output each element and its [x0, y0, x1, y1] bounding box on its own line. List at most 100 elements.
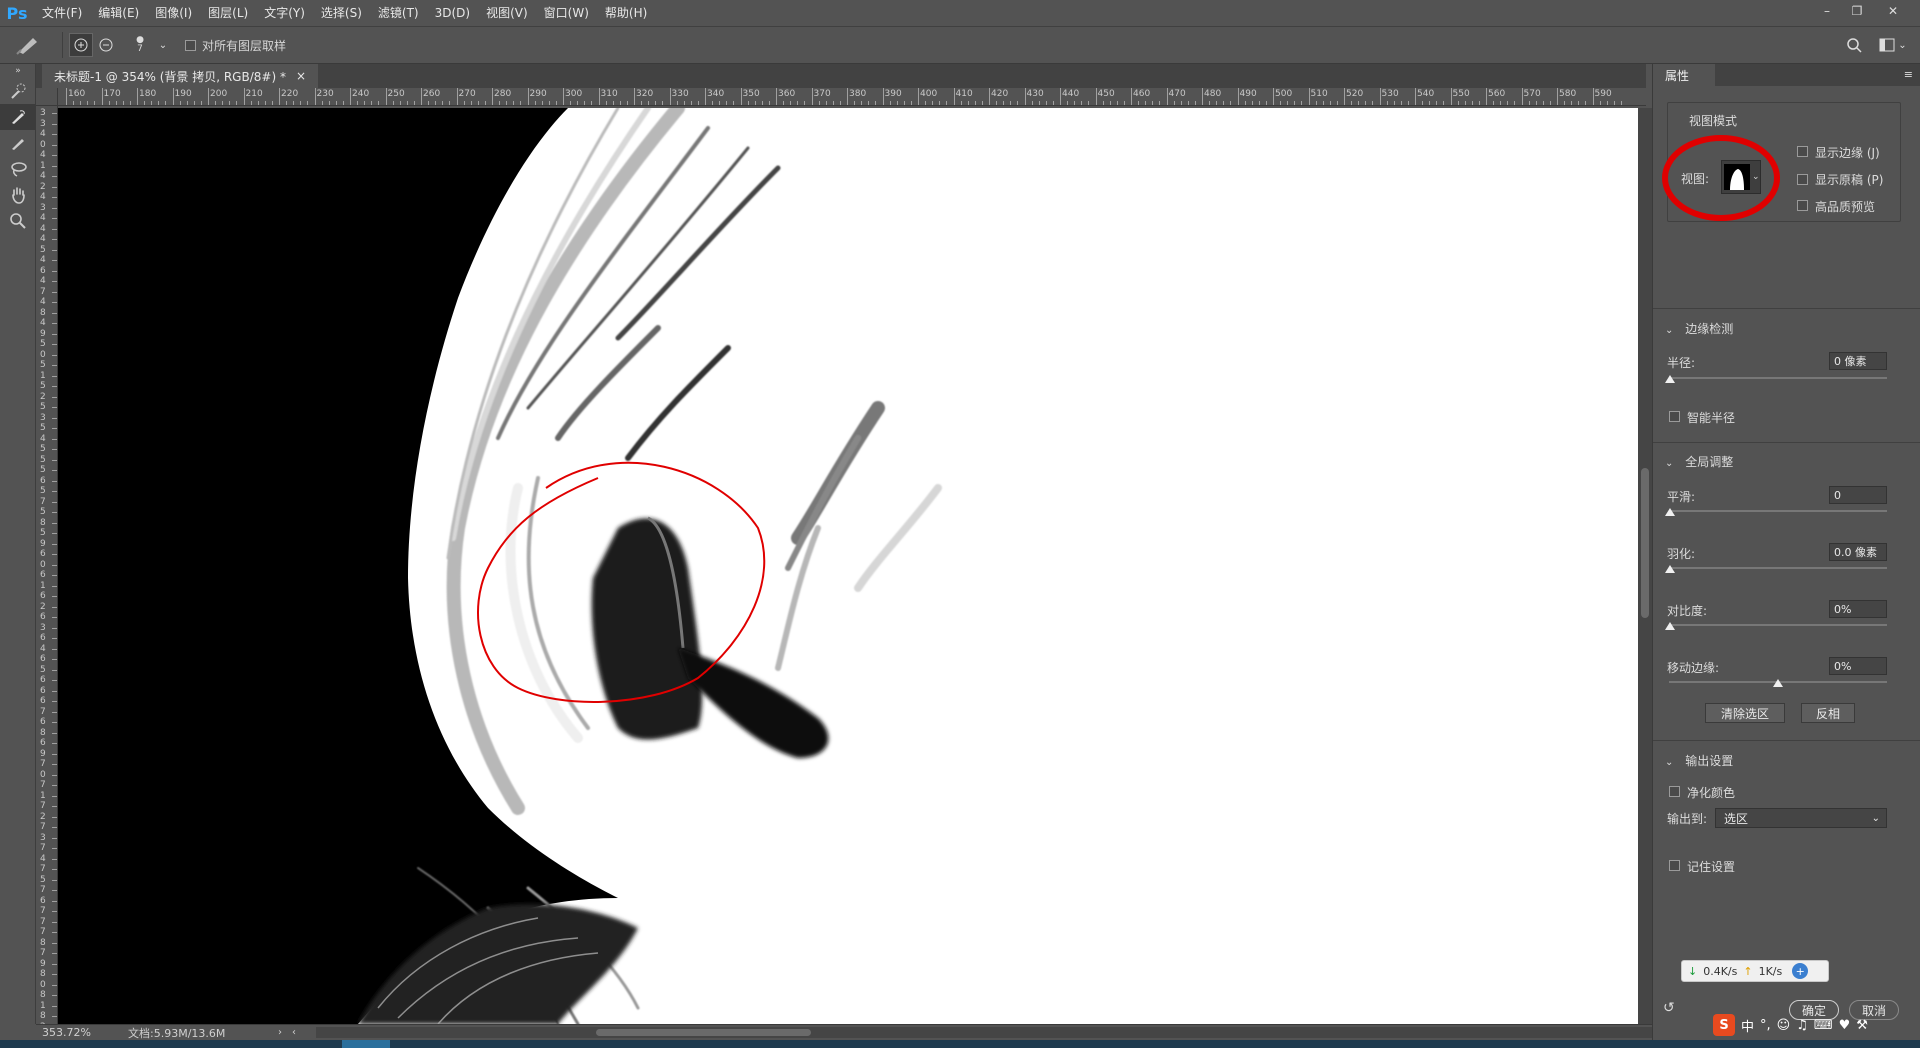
vertical-scroll-thumb[interactable] [1641, 468, 1649, 618]
show-original-label: 显示原稿 (P) [1815, 173, 1884, 187]
horizontal-scrollbar[interactable] [316, 1027, 1666, 1038]
ruler-minor-tick [1116, 101, 1118, 105]
hq-preview-checkbox[interactable] [1797, 200, 1808, 211]
contrast-slider[interactable] [1669, 624, 1887, 626]
smooth-slider-handle[interactable] [1665, 508, 1675, 516]
tool-preset-picker[interactable] [0, 33, 56, 57]
punctuation-icon[interactable]: °, [1760, 1018, 1771, 1033]
smooth-input[interactable]: 0 [1829, 486, 1887, 504]
quick-selection-tool[interactable] [0, 78, 36, 104]
menu-item[interactable]: 视图(V) [478, 0, 536, 26]
output-settings-header[interactable]: ⌄ 输出设置 [1665, 752, 1733, 769]
properties-tab[interactable]: 属性 [1653, 64, 1715, 86]
shift-edge-input[interactable]: 0% [1829, 657, 1887, 675]
shift-edge-slider-handle[interactable] [1773, 679, 1783, 687]
edge-detection-header[interactable]: ⌄ 边缘检测 [1665, 320, 1733, 337]
radius-slider[interactable] [1669, 377, 1887, 379]
collapse-toolbar-icon[interactable]: » [0, 64, 36, 78]
panel-menu-icon[interactable]: ≡ [1904, 68, 1913, 81]
subtract-mode-button[interactable] [93, 33, 119, 57]
smooth-slider[interactable] [1669, 510, 1887, 512]
taskbar-active-item[interactable] [342, 1040, 390, 1048]
clear-selection-button[interactable]: 清除选区 [1705, 703, 1785, 723]
restore-icon[interactable]: ❐ [1842, 0, 1872, 22]
feather-slider-handle[interactable] [1665, 565, 1675, 573]
horizontal-ruler[interactable]: 160 170 180 190 200 210 220 230 240 250 260 270 280 2… [58, 88, 1646, 106]
ruler-tick [52, 323, 57, 324]
hand-tool[interactable] [0, 182, 36, 208]
ruler-minor-tick [506, 101, 508, 105]
reset-icon[interactable]: ↺ [1663, 1000, 1683, 1020]
sample-all-layers-option[interactable]: 对所有图层取样 [185, 37, 286, 54]
output-settings-title: 输出设置 [1685, 754, 1734, 768]
menu-item[interactable]: 滤镜(T) [370, 0, 427, 26]
brush-size-picker[interactable]: ● 7 [125, 33, 155, 57]
minimize-icon[interactable]: – [1812, 0, 1842, 22]
ruler-tick [598, 88, 600, 105]
close-window-icon[interactable]: ✕ [1878, 0, 1908, 22]
ruler-tick [52, 470, 57, 471]
workspace-switcher[interactable]: ⌄ [1876, 33, 1910, 57]
radius-slider-handle[interactable] [1665, 375, 1675, 383]
keyboard-icon[interactable]: ⌨ [1814, 1018, 1833, 1033]
ruler-minor-tick [1528, 101, 1530, 105]
remember-settings-checkbox[interactable] [1669, 860, 1680, 871]
document-canvas[interactable] [58, 108, 1638, 1024]
ruler-minor-tick [328, 101, 330, 105]
plus-badge-icon[interactable]: + [1792, 963, 1809, 979]
microphone-icon[interactable]: ♫ [1796, 1018, 1808, 1033]
ruler-tick [52, 648, 57, 650]
lasso-tool[interactable] [0, 156, 36, 182]
show-original-checkbox[interactable] [1797, 174, 1808, 185]
skin-icon[interactable]: ♥ [1839, 1018, 1851, 1033]
show-edge-checkbox[interactable] [1797, 146, 1808, 157]
brush-tool[interactable] [0, 130, 36, 156]
ime-mode[interactable]: 中 [1741, 1016, 1754, 1035]
contrast-slider-handle[interactable] [1665, 622, 1675, 630]
tools-icon[interactable]: ⚒ [1856, 1018, 1868, 1033]
vertical-scrollbar[interactable] [1638, 108, 1652, 1024]
feather-slider[interactable] [1669, 567, 1887, 569]
global-refine-header[interactable]: ⌄ 全局调整 [1665, 453, 1733, 470]
menu-item[interactable]: 编辑(E) [90, 0, 147, 26]
sogou-logo-icon[interactable]: S [1713, 1014, 1735, 1036]
menu-item[interactable]: 文件(F) [34, 0, 90, 26]
zoom-tool[interactable] [0, 208, 36, 234]
document-tab[interactable]: 未标题-1 @ 354% (背景 拷贝, RGB/8#) * × [42, 64, 319, 88]
plus-circle-icon [74, 38, 88, 52]
ruler-tick [492, 88, 493, 105]
search-icon[interactable] [1842, 33, 1866, 57]
chevron-left-icon[interactable]: ‹ [292, 1027, 296, 1038]
ruler-origin[interactable] [36, 88, 58, 106]
feather-input[interactable]: 0.0 像素 [1829, 543, 1887, 561]
ruler-tick [1344, 88, 1345, 105]
decontaminate-checkbox[interactable] [1669, 786, 1680, 797]
refine-edge-brush-tool[interactable] [0, 104, 36, 130]
menu-item[interactable]: 图层(L) [200, 0, 256, 26]
chevron-right-icon[interactable]: › [278, 1027, 282, 1038]
invert-button[interactable]: 反相 [1801, 703, 1855, 723]
menu-item[interactable]: 图像(I) [147, 0, 200, 26]
smart-radius-checkbox[interactable] [1669, 411, 1680, 422]
ruler-minor-tick [1067, 101, 1069, 105]
vertical-ruler[interactable]: 3340414243444546474849505152535455565758… [36, 106, 58, 1024]
sample-all-layers-checkbox[interactable] [185, 39, 196, 51]
chevron-down-icon[interactable]: ⌄ [155, 33, 171, 57]
ruler-label: 520 [1346, 89, 1364, 99]
zoom-level[interactable]: 353.72% [42, 1026, 122, 1039]
menu-item[interactable]: 选择(S) [313, 0, 370, 26]
contrast-input[interactable]: 0% [1829, 600, 1887, 618]
emoji-icon[interactable]: ☺ [1777, 1018, 1791, 1033]
properties-panel: 属性 ≡ 视图模式 视图: ⌄ 显示边缘 (J) 显示原稿 (P) 高品质预览 … [1652, 64, 1920, 1040]
radius-input[interactable]: 0 像素 [1829, 352, 1887, 370]
menu-item[interactable]: 3D(D) [427, 0, 478, 26]
output-to-dropdown[interactable]: 选区 ⌄ [1715, 808, 1887, 828]
ruler-minor-tick [428, 101, 430, 105]
menu-item[interactable]: 文字(Y) [256, 0, 313, 26]
menu-item[interactable]: 帮助(H) [597, 0, 655, 26]
close-tab-icon[interactable]: × [296, 69, 306, 83]
add-mode-button[interactable] [69, 33, 93, 57]
ruler-minor-tick [790, 101, 792, 105]
horizontal-scroll-thumb[interactable] [596, 1029, 811, 1036]
menu-item[interactable]: 窗口(W) [536, 0, 597, 26]
